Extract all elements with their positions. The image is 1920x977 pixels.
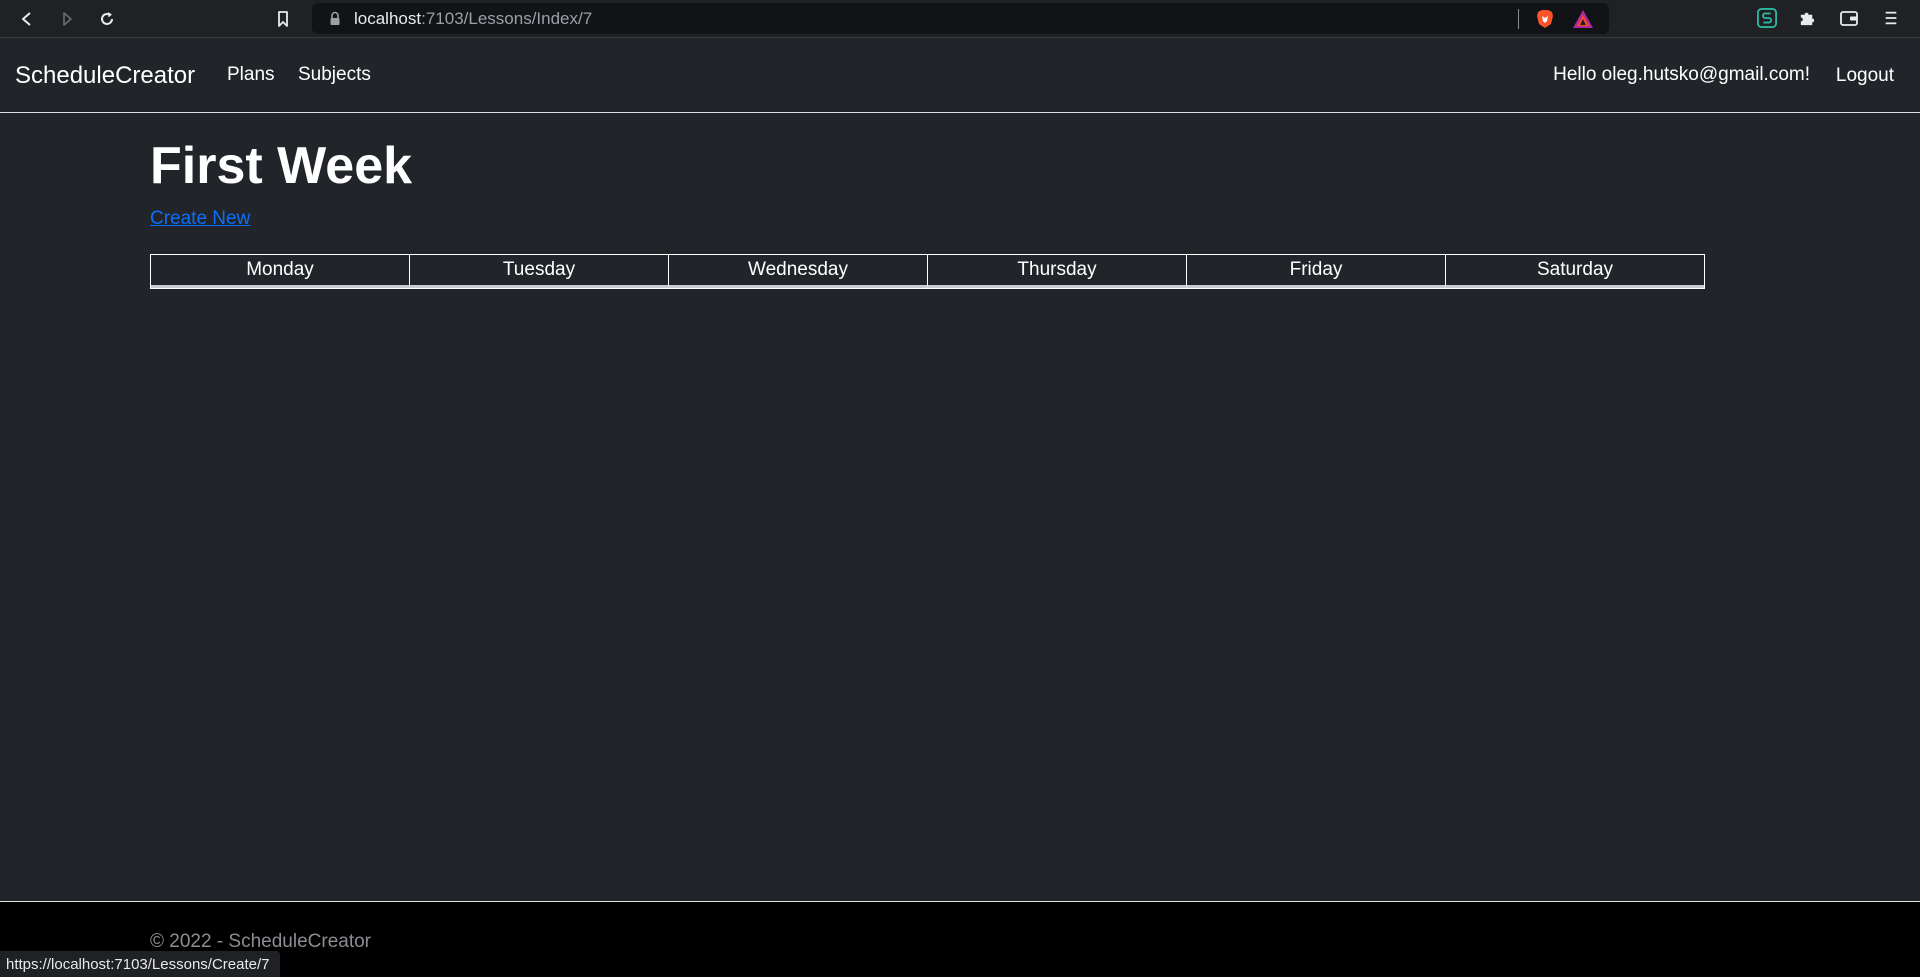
url-divider (1518, 9, 1519, 29)
user-greeting-link[interactable]: Hello oleg.hutsko@gmail.com! (1553, 64, 1810, 86)
bookmark-icon[interactable] (268, 4, 298, 34)
day-header-tuesday: Tuesday (410, 255, 669, 288)
lock-icon[interactable] (328, 11, 342, 26)
nav-link-plans[interactable]: Plans (227, 64, 275, 86)
menu-icon[interactable] (1878, 5, 1904, 31)
url-path: :7103/Lessons/Index/7 (421, 9, 593, 28)
day-header-monday: Monday (151, 255, 410, 288)
wallet-icon[interactable] (1836, 5, 1862, 31)
address-bar[interactable]: localhost:7103/Lessons/Index/7 (312, 3, 1609, 34)
day-header-friday: Friday (1187, 255, 1446, 288)
logout-button[interactable]: Logout (1836, 65, 1894, 87)
reload-icon[interactable] (92, 4, 122, 34)
back-icon[interactable] (12, 4, 42, 34)
day-header-wednesday: Wednesday (669, 255, 928, 288)
create-new-link[interactable]: Create New (150, 208, 250, 230)
link-status-bar: https://localhost:7103/Lessons/Create/7 (0, 951, 280, 977)
puzzle-icon[interactable] (1794, 5, 1820, 31)
browser-toolbar: localhost:7103/Lessons/Index/7 (0, 0, 1920, 38)
day-header-thursday: Thursday (928, 255, 1187, 288)
page-footer: © 2022 - ScheduleCreator (0, 901, 1920, 977)
nav-link-subjects[interactable]: Subjects (298, 64, 371, 86)
url-text[interactable]: localhost:7103/Lessons/Index/7 (354, 9, 592, 29)
brave-rewards-icon[interactable] (1572, 9, 1594, 29)
schedule-table: Monday Tuesday Wednesday Thursday Friday… (150, 254, 1705, 289)
forward-icon[interactable] (52, 4, 82, 34)
app-navbar: ScheduleCreator Plans Subjects Hello ole… (0, 38, 1920, 113)
extension-s-icon[interactable] (1754, 5, 1780, 31)
brave-shields-icon[interactable] (1534, 8, 1556, 30)
footer-copyright: © 2022 - ScheduleCreator (150, 931, 372, 952)
brand-link[interactable]: ScheduleCreator (15, 62, 195, 90)
url-host: localhost (354, 9, 422, 28)
day-header-saturday: Saturday (1446, 255, 1704, 288)
page-title: First Week (150, 137, 413, 195)
